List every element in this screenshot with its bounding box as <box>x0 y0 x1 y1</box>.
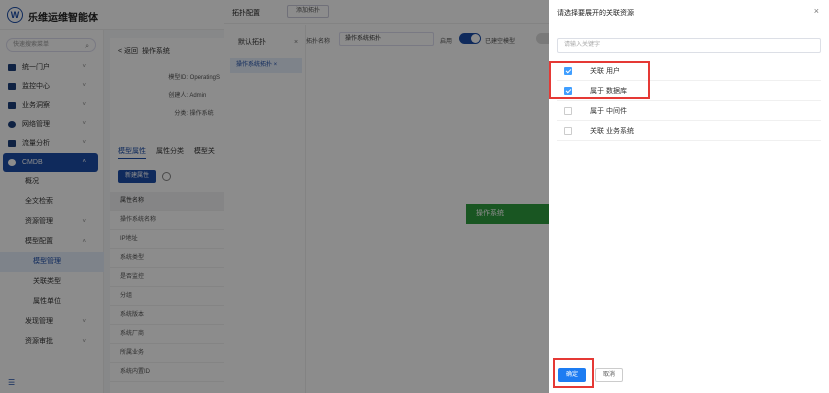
highlight-box-selection <box>549 61 650 99</box>
highlight-box-confirm <box>553 358 594 388</box>
keyword-search-input[interactable]: 请输入关键字 <box>557 38 821 53</box>
relation-drawer: 请选择要展开的关联资源 × 请输入关键字 关联 用户 属于 数据库 属于 中间件… <box>549 0 829 393</box>
drawer-title: 请选择要展开的关联资源 <box>557 10 634 17</box>
cancel-button[interactable]: 取消 <box>595 368 623 382</box>
close-icon[interactable]: × <box>814 6 819 16</box>
checkbox[interactable] <box>564 127 572 135</box>
list-item[interactable]: 属于 中间件 <box>557 101 821 121</box>
checkbox[interactable] <box>564 107 572 115</box>
modal-overlay[interactable] <box>0 0 549 393</box>
list-item[interactable]: 关联 业务系统 <box>557 121 821 141</box>
